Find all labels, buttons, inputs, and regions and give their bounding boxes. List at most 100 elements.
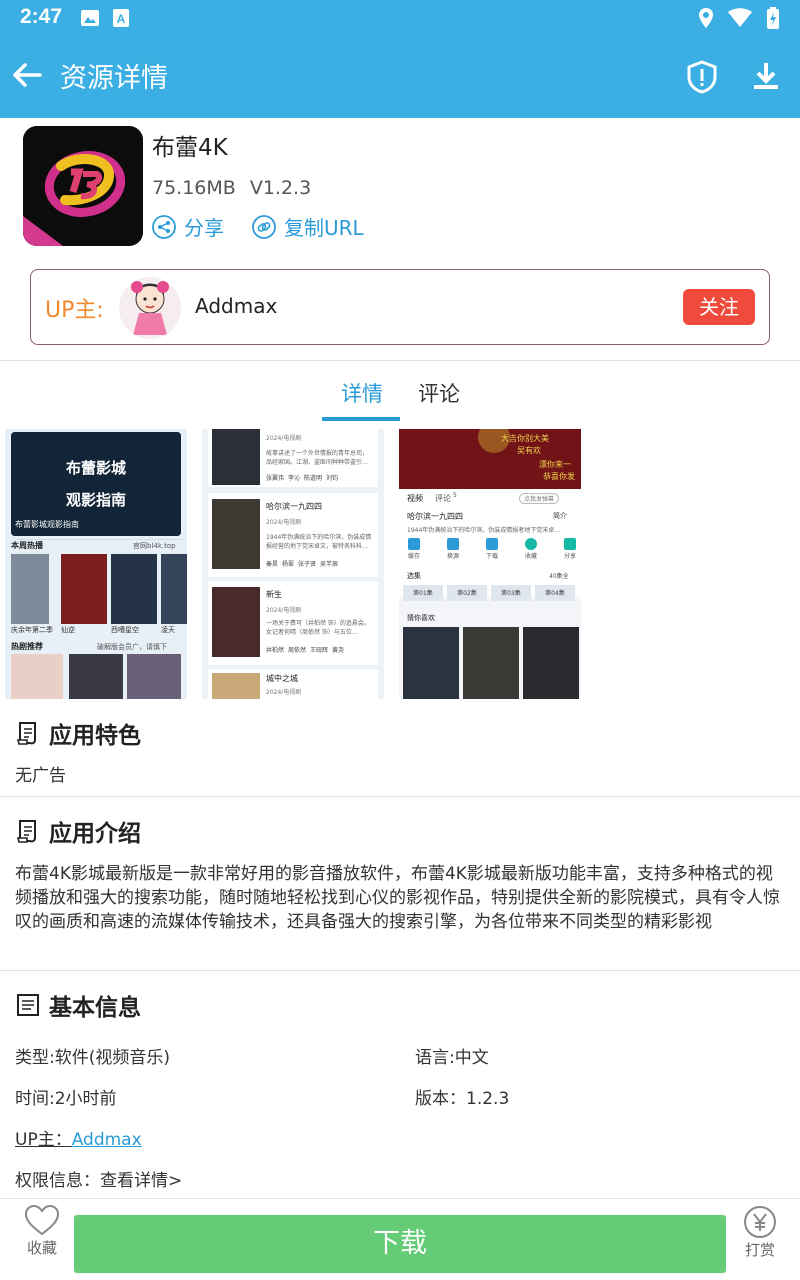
guess-label: 猜你喜欢 — [407, 614, 435, 622]
banner-subtitle: 观影指南 — [65, 491, 126, 509]
app-version: V1.2.3 — [249, 177, 312, 199]
intro-title: 应用介绍 — [49, 821, 141, 847]
episode-button: 第01集 — [413, 590, 433, 597]
share-label: 分享 — [184, 216, 224, 240]
document-icon — [16, 820, 36, 843]
tip-button[interactable]: 打赏 — [738, 1205, 782, 1260]
cache-icon — [408, 538, 420, 550]
action-item: 分享 — [563, 537, 577, 560]
features-text: 无广告 — [15, 766, 66, 786]
action-label: 换源 — [446, 553, 459, 560]
share-icon — [564, 538, 576, 550]
info-type: 类型:软件(视频音乐) — [15, 1048, 170, 1068]
card-title: 庆余年第二季 — [11, 626, 53, 634]
favorite-label: 收藏 — [26, 1239, 57, 1257]
features-section-title: 应用特色 — [15, 716, 141, 750]
item-title: 新生 — [266, 590, 282, 599]
status-time: 2:47 — [20, 5, 63, 28]
banner-title: 布蕾影城 — [65, 459, 126, 477]
svg-text:A: A — [117, 12, 126, 26]
episodes-total: 40集全 — [549, 573, 569, 580]
item-tag: 井柏然 — [266, 647, 285, 654]
item-desc: 一场关于费可（井柏然 饰）的追悬会。女记者何晴（周依然 饰）与五位… — [266, 620, 370, 636]
comment-count: 5 — [453, 492, 457, 499]
item-tag: 秦昊 — [266, 561, 279, 568]
app-bar: 资源详情 — [0, 36, 800, 118]
site-label: 官网bl4k.top — [133, 542, 176, 550]
card-title: 凌天 — [161, 626, 175, 634]
intro-text: 布蕾4K影城最新版是一款非常好用的影音播放软件，布蕾4K影城最新版功能丰富，支持… — [15, 864, 780, 932]
location-icon — [699, 8, 713, 28]
app-meta: 75.16MB V1.2.3 — [152, 177, 311, 199]
intro-section-title: 应用介绍 — [15, 814, 141, 848]
status-bar: 2:47 A — [0, 0, 800, 36]
info-uploader[interactable]: UP主：Addmax — [15, 1125, 142, 1150]
share-button[interactable]: 分享 — [152, 212, 224, 241]
danmaku-text: 吴有欢 — [517, 446, 541, 455]
star-icon — [525, 538, 537, 550]
item-tag: 杨翠 — [282, 561, 295, 568]
danmaku-text: 大吉你别大美 — [501, 434, 549, 443]
app-size: 75.16MB — [152, 177, 236, 199]
download-button[interactable]: 下载 — [74, 1215, 726, 1273]
screenshot-2[interactable]: 2024/电视剧 故事讲述了一个外世情报的青年总司，品经家国。江湖、盗匪间种种带… — [202, 429, 384, 699]
recommend-label: 热剧推荐 — [11, 642, 43, 651]
item-title: 哈尔滨一九四四 — [266, 502, 322, 511]
action-label: 下载 — [485, 553, 498, 560]
gallery-icon — [81, 10, 99, 26]
uploader-name[interactable]: Addmax — [195, 294, 277, 318]
wifi-icon — [728, 8, 752, 27]
mini-title: 哈尔滨一九四四 — [407, 512, 463, 521]
divider — [0, 970, 800, 971]
yen-icon — [744, 1206, 776, 1238]
uploader-card: UP主: Addmax 关注 — [30, 269, 770, 345]
item-tags: 秦昊 杨翠 张子贤 吴芊辰 — [266, 559, 338, 568]
features-title: 应用特色 — [49, 723, 141, 749]
episode-button: 第04集 — [545, 590, 565, 597]
episodes-label: 选集 — [407, 572, 421, 580]
action-label: 收藏 — [524, 553, 537, 560]
item-tag: 陈道明 — [304, 475, 323, 482]
avatar[interactable] — [119, 277, 181, 339]
screenshot-3[interactable]: 大吉你别大美 吴有欢 漂你来一 恭喜你发 视频 评论 5 点我发弹幕 哈尔滨一九… — [399, 429, 581, 699]
hot-week-label: 本周热播 — [11, 541, 43, 550]
download-icon — [486, 538, 498, 550]
action-item: 缓存 — [407, 537, 421, 560]
battery-icon — [767, 7, 779, 29]
item-tag: 黄尧 — [332, 647, 345, 654]
share-icon — [152, 214, 176, 239]
divider — [0, 796, 800, 797]
bottom-bar: 收藏 下载 打赏 — [0, 1198, 800, 1280]
card-title: 仙逆 — [61, 626, 75, 634]
item-tag: 刘钧 — [326, 475, 339, 482]
mini-tab-comment: 评论 — [435, 494, 451, 503]
follow-button[interactable]: 关注 — [683, 289, 755, 325]
favorite-button[interactable]: 收藏 — [20, 1205, 64, 1258]
action-row: 缓存 换源 下载 收藏 分享 — [407, 537, 577, 560]
screenshot-1[interactable]: 布蕾影城 观影指南 布蕾影城观影指南 本周热播 官网bl4k.top 庆余年第二… — [5, 429, 187, 699]
link-icon — [252, 214, 276, 239]
item-desc: 故事讲述了一个外世情报的青年总司，品经家国。江湖、盗匪间种种带盗引… — [266, 450, 369, 466]
divider — [0, 360, 800, 361]
item-tag: 李沁 — [288, 475, 301, 482]
page-title: 资源详情 — [60, 63, 168, 94]
permission-link[interactable]: 权限信息：查看详情> — [15, 1166, 182, 1191]
tip-label: 打赏 — [744, 1241, 775, 1259]
back-arrow-icon[interactable] — [10, 58, 44, 92]
basic-info-section-title: 基本信息 — [15, 988, 141, 1022]
app-name: 布蕾4K — [152, 135, 228, 161]
item-meta: 2024/电视剧 — [266, 689, 302, 696]
tab-details[interactable]: 详情 — [341, 378, 383, 408]
info-time: 时间:2小时前 — [15, 1089, 117, 1109]
report-shield-icon[interactable] — [686, 60, 718, 94]
item-desc: 1944年伪满统治下的哈尔滨，伪装成情报经营的地下党宋卓文，被特务科科… — [266, 534, 372, 550]
tab-comments[interactable]: 评论 — [418, 378, 460, 408]
copy-url-button[interactable]: 复制URL — [252, 212, 364, 241]
info-uploader-link[interactable]: Addmax — [72, 1130, 142, 1150]
episode-button: 第03集 — [501, 590, 521, 597]
uploader-label: UP主: — [45, 298, 104, 323]
danmaku-text: 恭喜你发 — [543, 472, 575, 481]
info-uploader-label: UP主： — [15, 1130, 72, 1150]
download-icon[interactable] — [750, 60, 782, 92]
danmaku-button: 点我发弹幕 — [519, 493, 560, 504]
